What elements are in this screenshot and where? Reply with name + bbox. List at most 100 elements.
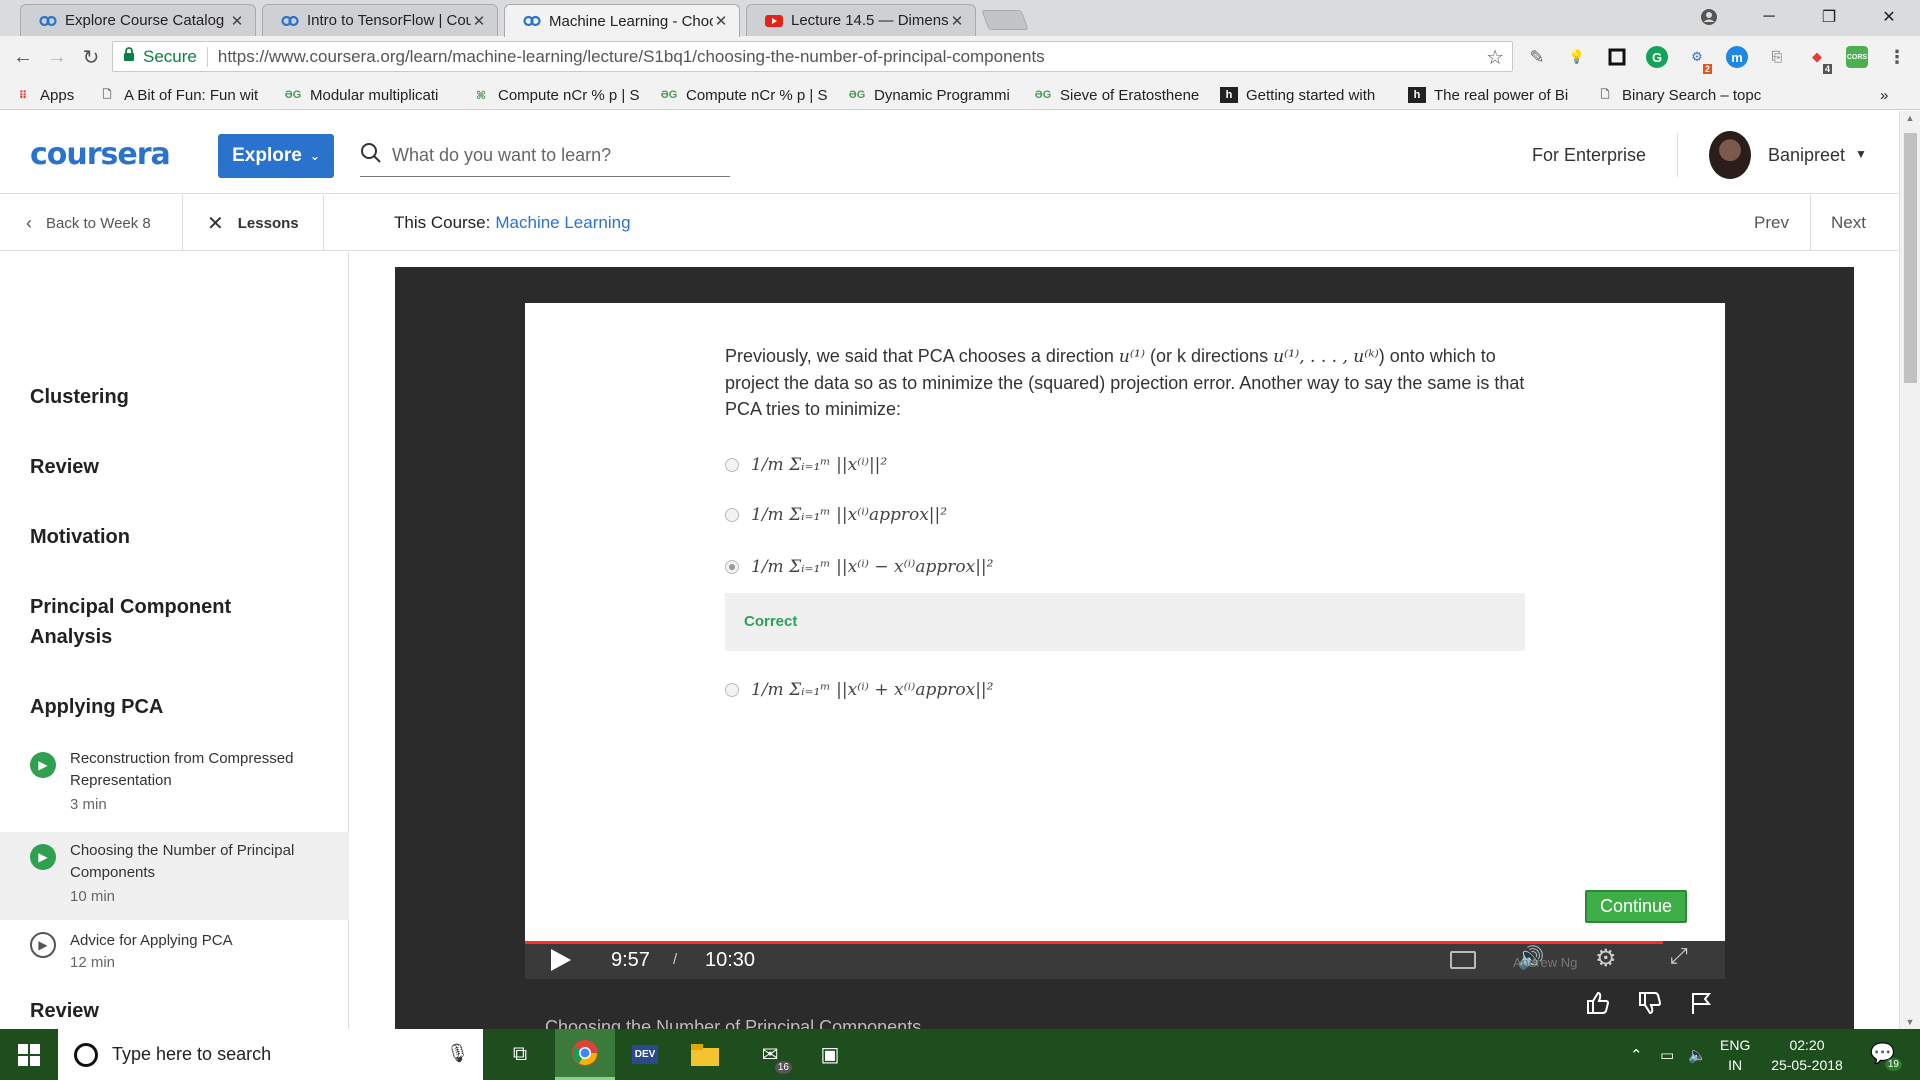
app-window-icon[interactable]: ▣: [800, 1029, 860, 1080]
restore-icon[interactable]: ❐: [1806, 0, 1852, 34]
microphone-icon[interactable]: 🎙: [446, 1043, 469, 1064]
bookmark-item[interactable]: ⌘ Compute nCr % p | S: [472, 84, 644, 106]
quiz-option[interactable]: 1/m Σᵢ₌₁ᵐ ||x⁽ⁱ⁾ + x⁽ⁱ⁾approx||²: [725, 675, 993, 705]
user-name[interactable]: Banipreet: [1768, 145, 1845, 166]
tab-close-icon[interactable]: ✕: [949, 12, 965, 30]
bookmark-apps[interactable]: ⠿ Apps: [14, 84, 84, 106]
section-review[interactable]: Review: [30, 452, 99, 482]
captions-icon[interactable]: [1450, 951, 1476, 969]
prev-button[interactable]: Prev: [1754, 195, 1789, 251]
file-explorer-icon[interactable]: [675, 1029, 735, 1080]
lesson-item-choosing-components[interactable]: ▶ Choosing the Number of Principal Compo…: [0, 832, 349, 920]
bookmark-item[interactable]: ƏG Compute nCr % p | S: [660, 84, 832, 106]
tab-close-icon[interactable]: ✕: [229, 12, 245, 30]
scroll-thumb[interactable]: [1904, 133, 1917, 383]
chrome-menu-icon[interactable]: ⋮: [1886, 46, 1908, 68]
explore-button[interactable]: Explore ⌄: [218, 134, 334, 178]
radio-button[interactable]: [725, 683, 739, 697]
section-review-2[interactable]: Review: [30, 996, 99, 1026]
tab-close-icon[interactable]: ✕: [471, 12, 487, 30]
bookmark-item[interactable]: ƏG Dynamic Programmi: [848, 84, 1020, 106]
bookmark-item[interactable]: ƏG Sieve of Eratosthene: [1034, 84, 1206, 106]
course-search[interactable]: [360, 135, 730, 177]
grammarly-icon[interactable]: G: [1646, 46, 1668, 68]
progress-bar[interactable]: [525, 941, 1663, 944]
chrome-taskbar-icon[interactable]: [555, 1029, 615, 1080]
square-extension-icon[interactable]: [1606, 46, 1628, 68]
minimize-icon[interactable]: ─: [1746, 0, 1792, 34]
url-text[interactable]: https://www.coursera.org/learn/machine-l…: [218, 47, 1045, 67]
quiz-option[interactable]: 1/m Σᵢ₌₁ᵐ ||x⁽ⁱ⁾ − x⁽ⁱ⁾approx||²: [725, 552, 993, 582]
coursera-page: coursera Explore⌄ For Enterprise Banipre…: [0, 111, 1899, 1029]
windows-start-icon[interactable]: [0, 1029, 58, 1080]
coursera-logo[interactable]: coursera: [30, 137, 171, 172]
radio-button[interactable]: [725, 458, 739, 472]
section-clustering[interactable]: Clustering: [30, 382, 129, 412]
scroll-down-icon[interactable]: ▼: [1900, 1017, 1920, 1027]
notifications-icon[interactable]: 💬 19: [1870, 1041, 1902, 1071]
tray-expand-icon[interactable]: ⌃: [1630, 1029, 1643, 1080]
battery-icon[interactable]: ▭: [1660, 1029, 1674, 1080]
caret-down-icon[interactable]: ▼: [1855, 147, 1867, 161]
cors-extension-icon[interactable]: CORS: [1846, 46, 1868, 68]
video-player[interactable]: Previously, we said that PCA chooses a d…: [395, 267, 1854, 1029]
bookmark-item[interactable]: h Getting started with: [1220, 84, 1392, 106]
fullscreen-icon[interactable]: ⤢: [1670, 943, 1688, 969]
back-arrow-icon[interactable]: ←: [10, 44, 36, 70]
task-view-icon[interactable]: ⧉: [490, 1029, 550, 1080]
bookmarks-overflow-button[interactable]: »: [1880, 84, 1888, 106]
bookmark-star-icon[interactable]: ☆: [1486, 45, 1504, 70]
section-pca[interactable]: Principal Component Analysis: [30, 592, 290, 652]
profile-icon[interactable]: [1686, 0, 1732, 34]
pdf-extension-icon[interactable]: ⎘: [1766, 46, 1788, 68]
continue-button[interactable]: Continue: [1585, 890, 1687, 923]
tab-close-icon[interactable]: ✕: [713, 12, 729, 30]
pen-extension-icon[interactable]: ✎: [1526, 46, 1548, 68]
scroll-up-icon[interactable]: ▲: [1900, 113, 1920, 123]
next-button[interactable]: Next: [1831, 195, 1866, 251]
devc-taskbar-icon[interactable]: DEV: [615, 1029, 675, 1080]
flag-icon[interactable]: [1689, 990, 1715, 1023]
section-applying-pca[interactable]: Applying PCA: [30, 692, 163, 722]
bookmark-item[interactable]: ƏG Modular multiplicati: [284, 84, 456, 106]
search-input[interactable]: [392, 145, 712, 166]
language-indicator[interactable]: ENG IN: [1720, 1035, 1750, 1075]
lesson-item-reconstruction[interactable]: ▶ Reconstruction from Compressed Represe…: [0, 748, 349, 834]
speaker-icon[interactable]: 🔈: [1688, 1029, 1707, 1080]
page-scrollbar[interactable]: ▲ ▼: [1899, 111, 1920, 1029]
back-to-week-link[interactable]: ‹ Back to Week 8: [26, 195, 151, 251]
play-icon[interactable]: [551, 949, 571, 971]
reload-icon[interactable]: ↻: [78, 44, 104, 70]
clock[interactable]: 02:20 25-05-2018: [1762, 1035, 1852, 1075]
thumbs-down-icon[interactable]: [1637, 990, 1663, 1023]
avatar[interactable]: [1709, 131, 1751, 179]
bookmark-item[interactable]: 🗋 Binary Search – topc: [1596, 84, 1768, 106]
course-link[interactable]: Machine Learning: [495, 213, 630, 233]
radio-button-selected[interactable]: [725, 560, 739, 574]
bulb-extension-icon[interactable]: 💡: [1566, 46, 1588, 68]
bookmark-item[interactable]: h The real power of Bi: [1408, 84, 1580, 106]
close-window-icon[interactable]: ✕: [1866, 0, 1912, 34]
lesson-item-advice[interactable]: ▶ Advice for Applying PCA 12 min: [0, 928, 349, 988]
quiz-option[interactable]: 1/m Σᵢ₌₁ᵐ ||x⁽ⁱ⁾||²: [725, 450, 887, 480]
tab-lecture-youtube[interactable]: Lecture 14.5 — Dimensio ✕: [746, 4, 976, 36]
bookmark-item[interactable]: 🗋 A Bit of Fun: Fun wit: [98, 84, 270, 106]
tab-machine-learning[interactable]: Machine Learning - Choo ✕: [504, 4, 740, 37]
settings-gear-icon[interactable]: ⚙: [1595, 944, 1617, 973]
new-tab-button[interactable]: [981, 10, 1029, 30]
quiz-option[interactable]: 1/m Σᵢ₌₁ᵐ ||x⁽ⁱ⁾approx||²: [725, 500, 947, 530]
mail-icon[interactable]: ✉ 16: [740, 1029, 800, 1080]
tab-intro-tensorflow[interactable]: Intro to TensorFlow | Cou ✕: [262, 4, 498, 36]
alert-extension-icon[interactable]: ◆ 4: [1806, 46, 1832, 74]
address-bar[interactable]: Secure https://www.coursera.org/learn/ma…: [112, 41, 1513, 72]
tab-explore-catalog[interactable]: Explore Course Catalog | ✕: [20, 4, 256, 36]
radio-button[interactable]: [725, 508, 739, 522]
translate-extension-icon[interactable]: ⚙ 2: [1686, 46, 1712, 74]
lessons-toggle[interactable]: ✕ Lessons: [207, 195, 299, 251]
taskbar-search[interactable]: Type here to search 🎙: [58, 1029, 483, 1080]
thumbs-up-icon[interactable]: [1585, 990, 1611, 1023]
bank-extension-icon[interactable]: m: [1726, 46, 1748, 68]
section-motivation[interactable]: Motivation: [30, 522, 130, 552]
for-enterprise-link[interactable]: For Enterprise: [1532, 145, 1646, 166]
forward-arrow-icon[interactable]: →: [44, 44, 70, 70]
